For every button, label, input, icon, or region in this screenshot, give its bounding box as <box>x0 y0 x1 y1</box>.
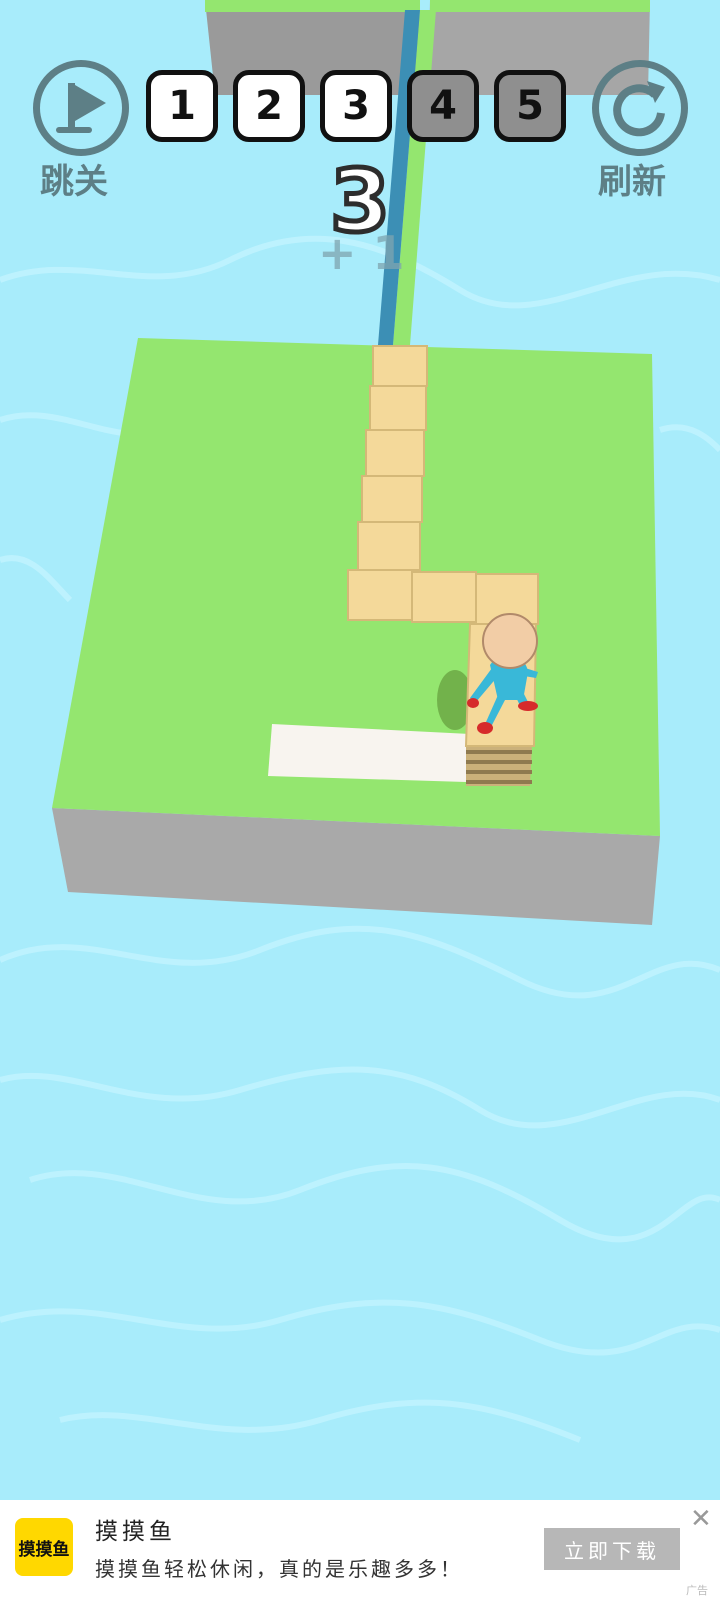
path-tile <box>369 385 427 431</box>
flag-icon <box>56 83 106 133</box>
ad-description: 摸摸鱼轻松休闲，真的是乐趣多多！ <box>95 1557 463 1581</box>
refresh-button[interactable] <box>592 60 688 156</box>
refresh-label: 刷新 <box>598 162 666 202</box>
download-button[interactable]: 立即下载 <box>544 1528 680 1570</box>
path-tile <box>372 345 428 387</box>
ad-tag: 广告 <box>686 1584 708 1597</box>
empty-slot <box>268 724 470 782</box>
ad-banner[interactable]: 摸摸鱼 摸摸鱼 摸摸鱼轻松休闲，真的是乐趣多多！ 立即下载 ✕ 广告 <box>0 1500 720 1600</box>
path-tile <box>347 569 413 621</box>
path-tile <box>365 429 425 477</box>
level-5[interactable]: 5 <box>494 70 566 142</box>
level-1[interactable]: 1 <box>146 70 218 142</box>
ad-title: 摸摸鱼 <box>95 1519 176 1545</box>
plus-one-popup: + 1 <box>318 226 405 280</box>
path-tile <box>361 475 423 523</box>
main-platform <box>52 338 660 925</box>
skip-level-button[interactable] <box>33 60 129 156</box>
close-icon[interactable]: ✕ <box>690 1504 712 1534</box>
path-tile <box>411 571 477 623</box>
path-tile <box>357 521 421 571</box>
ad-logo[interactable]: 摸摸鱼 <box>15 1518 73 1576</box>
level-4[interactable]: 4 <box>407 70 479 142</box>
level-2[interactable]: 2 <box>233 70 305 142</box>
skip-level-label: 跳关 <box>40 162 108 202</box>
level-3[interactable]: 3 <box>320 70 392 142</box>
refresh-icon <box>613 81 665 137</box>
